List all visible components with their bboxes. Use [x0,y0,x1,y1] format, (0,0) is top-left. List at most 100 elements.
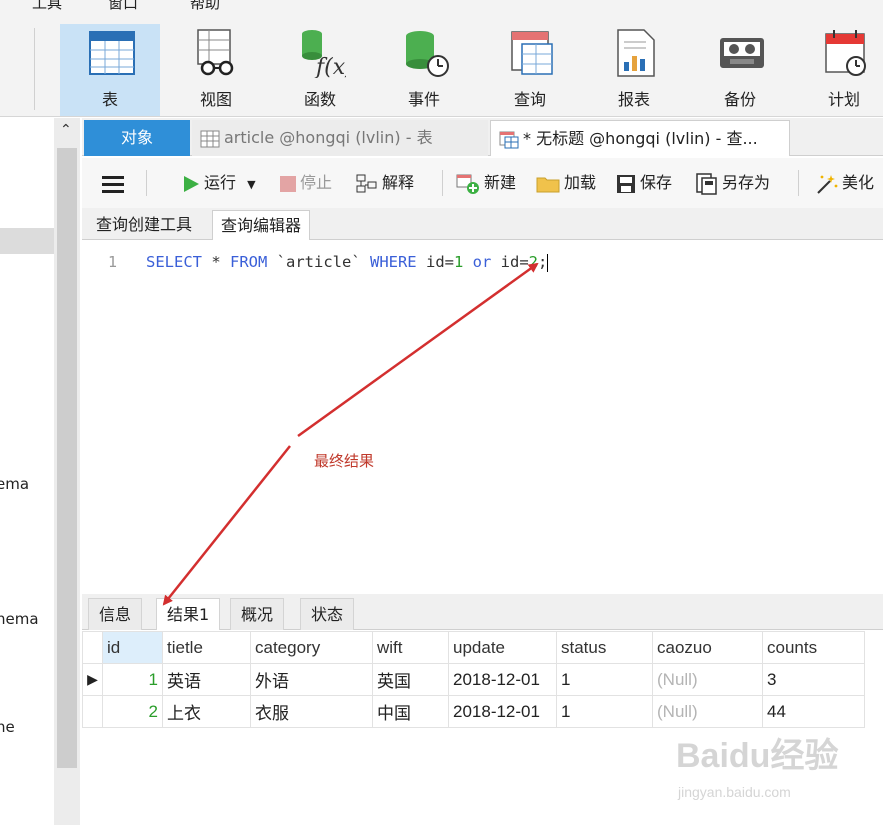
tree-scrollbar[interactable]: ⌃ [54,118,80,825]
row-indicator-header [82,631,103,664]
table-cell[interactable]: 衣服 [250,695,373,728]
table-cell[interactable]: 英语 [162,663,251,696]
ribbon-report-button[interactable]: 报表 [584,24,684,116]
tree-item-schema-2[interactable]: hema [0,610,39,628]
ribbon-query-button[interactable]: 查询 [480,24,580,116]
column-header[interactable]: status [556,631,653,664]
result-tab[interactable]: 状态 [300,598,355,630]
table-row[interactable]: 2 上衣 衣服 中国 2018-12-01 1 (Null) 44 [82,695,865,728]
tab-query-builder[interactable]: 查询创建工具 [88,210,200,240]
menu-help[interactable]: 帮助 [190,0,220,13]
ribbon-toolbar: 表 视图 f(x) 函数 [0,14,883,117]
table-icon [89,31,135,75]
editor-gutter: 1 [82,241,138,591]
column-header[interactable]: counts [762,631,865,664]
object-tree-pane: ema hema ne ⌃ [0,118,80,825]
table-cell[interactable]: 1 [556,695,653,728]
stop-label: 停止 [300,173,333,192]
result-tab[interactable]: 结果1 [156,598,221,630]
menu-tools[interactable]: 工具 [32,0,62,13]
ribbon-function-button[interactable]: f(x) 函数 [270,24,370,116]
play-icon [184,175,199,192]
tree-item-schema-3[interactable]: ne [0,718,15,736]
hamburger-icon [102,175,124,193]
sql-token: or [472,253,492,271]
line-number: 1 [108,253,118,271]
ribbon-schedule-button[interactable]: 计划 [794,24,883,116]
sql-token: WHERE [369,253,417,271]
table-cell[interactable]: 2 [102,695,163,728]
table-cell[interactable]: 外语 [250,663,373,696]
report-icon [617,29,655,77]
sql-token: 2 [528,253,539,271]
column-header[interactable]: id [102,631,163,664]
save-as-label: 另存为 [722,173,771,192]
table-cell[interactable]: (Null) [652,663,763,696]
table-cell[interactable]: 2018-12-01 [448,663,557,696]
ribbon-table-button[interactable]: 表 [60,24,160,116]
save-as-button[interactable]: 另存为 [696,170,770,196]
new-icon [456,174,479,194]
table-cell[interactable]: 2018-12-01 [448,695,557,728]
table-cell[interactable]: (Null) [652,695,763,728]
sql-code-line[interactable]: SELECT * FROM `article` WHERE id=1 or id… [146,253,549,272]
table-row[interactable]: ▶ 1 英语 外语 英国 2018-12-01 1 (Null) 3 [82,663,865,696]
ribbon-event-button[interactable]: 事件 [374,24,474,116]
sql-token: * [202,253,230,271]
save-icon [617,174,635,193]
table-cell[interactable]: 中国 [372,695,449,728]
table-cell[interactable]: 1 [556,663,653,696]
table-cell[interactable]: 44 [762,695,865,728]
ribbon-event-label: 事件 [407,90,440,109]
row-indicator: ▶ [82,663,103,696]
column-header[interactable]: tietle [162,631,251,664]
scroll-up-icon[interactable]: ⌃ [60,122,72,138]
tab-untitled-query[interactable]: * 无标题 @hongqi (lvlin) - 查... [490,120,790,156]
watermark-logo: Baidu经验 [676,737,839,775]
table-cell[interactable]: 上衣 [162,695,251,728]
view-icon [197,29,234,76]
svg-text:f(x): f(x) [314,55,346,78]
tab-article-label: article @hongqi (lvlin) - 表 [224,128,433,147]
tab-article-table[interactable]: article @hongqi (lvlin) - 表 [192,120,488,156]
explain-icon [356,174,377,192]
column-header[interactable]: update [448,631,557,664]
sql-token: FROM [230,253,268,271]
table-cell[interactable]: 英国 [372,663,449,696]
ribbon-view-button[interactable]: 视图 [166,24,266,116]
scrollbar-thumb[interactable] [57,148,77,768]
beautify-button[interactable]: 美化 [814,170,874,196]
new-query-button[interactable]: 新建 [456,170,516,196]
ribbon-report-label: 报表 [617,90,650,109]
table-cell[interactable]: 1 [102,663,163,696]
chevron-down-icon[interactable]: ▼ [247,178,255,191]
sql-token: ; [538,253,548,271]
sql-editor[interactable]: 1 SELECT * FROM `article` WHERE id=1 or … [82,241,883,591]
result-tab[interactable]: 信息 [88,598,143,630]
query-icon [499,131,519,148]
ribbon-function-label: 函数 [303,90,336,109]
tree-selected-row[interactable] [0,228,54,254]
table-icon [200,130,220,147]
ribbon-backup-button[interactable]: 备份 [690,24,790,116]
column-header[interactable]: caozuo [652,631,763,664]
run-button[interactable]: 运行 ▼ [182,170,256,196]
explain-button[interactable]: 解释 [356,170,414,196]
watermark-url: jingyan.baidu.com [678,784,791,800]
query-icon [511,31,553,75]
column-header[interactable]: wift [372,631,449,664]
tab-query-editor[interactable]: 查询编辑器 [212,210,311,240]
query-mode-tabs: 查询创建工具 查询编辑器 [82,208,883,240]
save-button[interactable]: 保存 [616,170,672,196]
stop-button[interactable]: 停止 [280,170,332,196]
explain-label: 解释 [382,173,415,192]
tree-item-schema-1[interactable]: ema [0,475,29,493]
table-cell[interactable]: 3 [762,663,865,696]
result-table[interactable]: id tietle category wift update status caozuo co… [82,631,865,728]
column-header[interactable]: category [250,631,373,664]
menu-window[interactable]: 窗口 [108,0,138,13]
load-button[interactable]: 加载 [536,170,596,196]
menu-button[interactable] [102,170,128,196]
result-tab[interactable]: 概况 [230,598,285,630]
tab-objects[interactable]: 对象 [84,120,190,156]
